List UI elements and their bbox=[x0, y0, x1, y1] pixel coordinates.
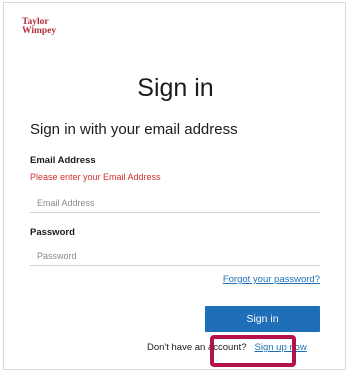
email-error-message: Please enter your Email Address bbox=[30, 172, 161, 182]
email-label: Email Address bbox=[30, 155, 96, 166]
password-input[interactable] bbox=[30, 246, 320, 266]
logo-line2: Wimpey bbox=[22, 26, 57, 36]
sign-in-button[interactable]: Sign in bbox=[205, 306, 320, 332]
page-subtitle: Sign in with your email address bbox=[30, 121, 238, 138]
page-title: Sign in bbox=[137, 74, 214, 102]
taylor-wimpey-logo: Taylor Wimpey bbox=[22, 17, 57, 36]
signup-prompt-text: Don't have an account? bbox=[147, 342, 247, 353]
forgot-password-link[interactable]: Forgot your password? bbox=[223, 274, 320, 285]
email-input[interactable] bbox=[30, 193, 320, 213]
sign-up-link[interactable]: Sign up now bbox=[255, 342, 307, 353]
password-label: Password bbox=[30, 227, 75, 238]
signup-prompt: Don't have an account? Sign up now bbox=[147, 342, 307, 353]
